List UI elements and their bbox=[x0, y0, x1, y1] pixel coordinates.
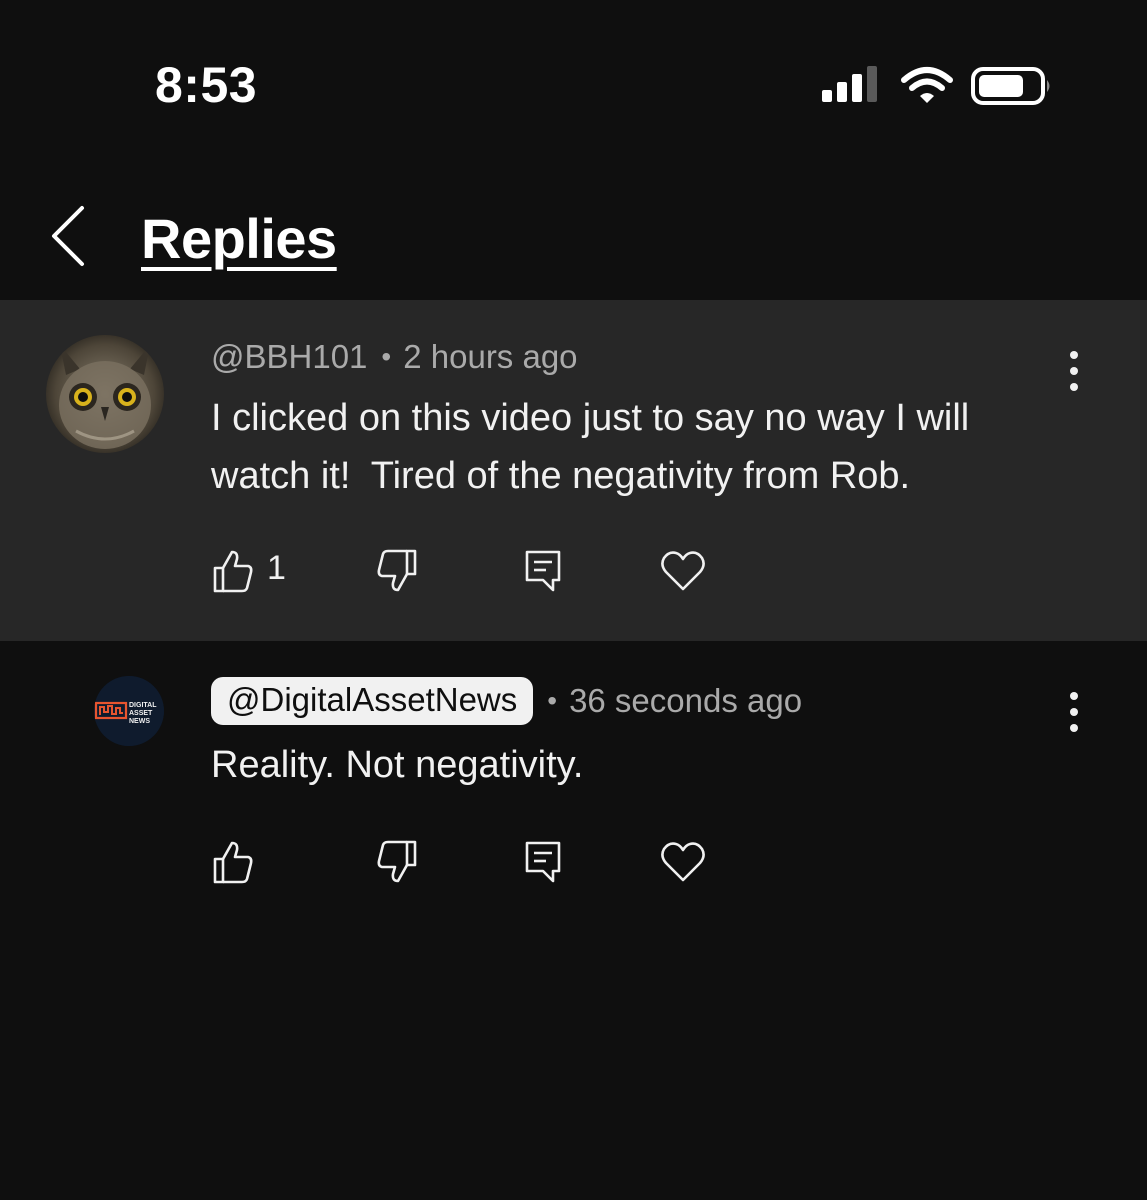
heart-button[interactable] bbox=[660, 548, 706, 599]
battery-icon bbox=[971, 67, 1050, 105]
status-bar: 8:53 bbox=[0, 0, 1147, 170]
like-button[interactable] bbox=[212, 839, 254, 890]
comment-meta: @BBH101 • 2 hours ago bbox=[211, 338, 578, 376]
more-options-button[interactable] bbox=[1058, 687, 1090, 737]
reply-button[interactable] bbox=[523, 839, 563, 890]
svg-text:NEWS: NEWS bbox=[129, 718, 150, 725]
svg-text:DIGITAL: DIGITAL bbox=[129, 702, 157, 709]
reply-button[interactable] bbox=[523, 548, 563, 599]
comment-text: I clicked on this video just to say no w… bbox=[211, 397, 980, 497]
svg-text:ASSET: ASSET bbox=[129, 710, 153, 717]
like-button[interactable] bbox=[212, 548, 254, 599]
more-vertical-icon bbox=[1070, 351, 1078, 391]
comment-meta: @DigitalAssetNews • 36 seconds ago bbox=[211, 677, 802, 725]
thumbs-down-icon bbox=[377, 840, 417, 883]
heart-icon bbox=[661, 842, 705, 882]
owl-avatar-icon bbox=[46, 335, 164, 453]
more-vertical-icon bbox=[1070, 692, 1078, 732]
thumbs-up-icon bbox=[213, 550, 253, 593]
thumbs-down-icon bbox=[377, 549, 417, 592]
comment-timestamp: 36 seconds ago bbox=[569, 682, 803, 719]
heart-button[interactable] bbox=[660, 839, 706, 890]
thumbs-up-icon bbox=[213, 841, 253, 884]
creator-handle-badge[interactable]: @DigitalAssetNews bbox=[211, 677, 534, 725]
more-options-button[interactable] bbox=[1058, 346, 1090, 396]
parent-comment: @BBH101 • 2 hours ago I clicked on this … bbox=[0, 300, 1147, 641]
digital-asset-news-logo: DIGITAL ASSET NEWS bbox=[94, 676, 164, 746]
back-button[interactable] bbox=[40, 200, 100, 270]
comment-actions: 1 bbox=[0, 540, 1147, 600]
comment-timestamp: 2 hours ago bbox=[403, 338, 578, 375]
chevron-left-icon bbox=[52, 206, 84, 266]
header: Replies bbox=[0, 170, 1147, 300]
comment-text: Reality. Not negativity. bbox=[211, 744, 584, 786]
reply-comment-icon bbox=[525, 841, 561, 883]
comment-actions bbox=[0, 831, 1147, 891]
comment-author[interactable]: @BBH101 bbox=[211, 338, 367, 376]
reply-comment: DIGITAL ASSET NEWS @DigitalAssetNews • 3… bbox=[0, 641, 1147, 941]
status-time: 8:53 bbox=[155, 57, 258, 113]
meta-separator: • bbox=[547, 685, 558, 716]
reply-comment-icon bbox=[525, 550, 561, 592]
dislike-button[interactable] bbox=[376, 839, 418, 890]
dislike-button[interactable] bbox=[376, 548, 418, 599]
avatar[interactable] bbox=[46, 335, 164, 453]
heart-icon bbox=[661, 551, 705, 591]
wifi-icon bbox=[901, 67, 953, 103]
like-count: 1 bbox=[267, 549, 286, 587]
meta-separator: • bbox=[381, 341, 392, 372]
avatar[interactable]: DIGITAL ASSET NEWS bbox=[94, 676, 164, 746]
cellular-signal-icon bbox=[822, 66, 877, 102]
page-title: Replies bbox=[141, 207, 337, 270]
